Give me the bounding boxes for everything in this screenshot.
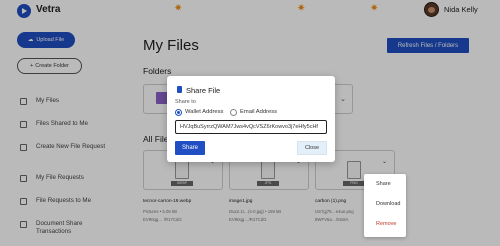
share-menu-item[interactable]: Share: [376, 181, 391, 187]
file-context-menu: Share Download Remove: [364, 174, 406, 237]
share-button[interactable]: Share: [175, 141, 205, 155]
email-address-radio[interactable]: [230, 109, 237, 116]
wallet-address-input[interactable]: [175, 120, 327, 134]
download-menu-item[interactable]: Download: [376, 201, 400, 207]
share-file-dialog: Share File Share to Wallet Address Email…: [167, 76, 335, 162]
dialog-title: Share File: [186, 86, 221, 95]
email-address-label[interactable]: Email Address: [240, 109, 277, 115]
wallet-address-radio[interactable]: [175, 109, 182, 116]
document-icon: [177, 86, 182, 93]
close-button[interactable]: Close: [297, 141, 327, 155]
remove-menu-item[interactable]: Remove: [376, 221, 396, 227]
wallet-address-label[interactable]: Wallet Address: [185, 109, 223, 115]
share-to-label: Share to: [175, 99, 196, 105]
